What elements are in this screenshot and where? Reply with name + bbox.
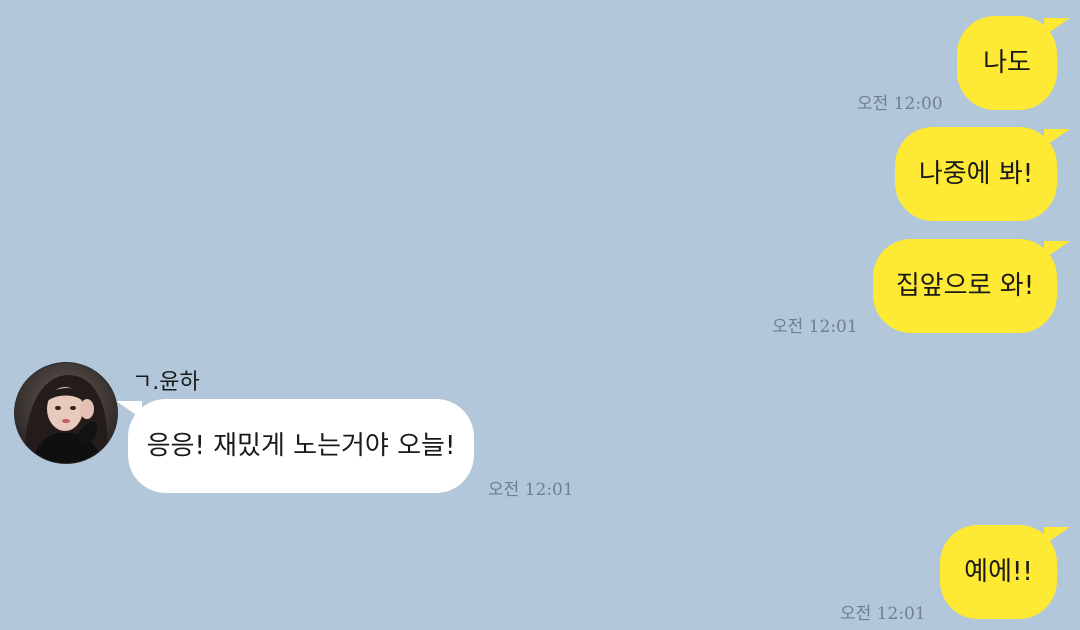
message-time: 오전 12:01 bbox=[488, 480, 574, 500]
bubble-tail bbox=[1044, 129, 1070, 147]
message-time: 오전 12:01 bbox=[840, 604, 926, 624]
sender-name: ㄱ.윤하 bbox=[132, 370, 200, 395]
message-time: 오전 12:00 bbox=[857, 94, 943, 114]
message-text: 응응! 재밌게 노는거야 오늘! bbox=[146, 431, 456, 461]
profile-photo-icon bbox=[15, 363, 117, 463]
message-bubble-sent[interactable]: 나도 bbox=[957, 16, 1057, 110]
message-text: 집앞으로 와! bbox=[895, 271, 1035, 301]
message-text: 예에!! bbox=[964, 557, 1033, 587]
message-text: 나중에 봐! bbox=[918, 159, 1034, 189]
message-bubble-sent[interactable]: 집앞으로 와! bbox=[873, 239, 1057, 333]
avatar[interactable] bbox=[14, 362, 118, 464]
message-text: 나도 bbox=[983, 48, 1031, 78]
message-bubble-sent[interactable]: 예에!! bbox=[940, 525, 1057, 619]
message-bubble-sent[interactable]: 나중에 봐! bbox=[895, 127, 1057, 221]
message-bubble-received[interactable]: 응응! 재밌게 노는거야 오늘! bbox=[128, 399, 474, 493]
bubble-tail bbox=[116, 401, 142, 419]
bubble-tail bbox=[1044, 241, 1070, 259]
message-time: 오전 12:01 bbox=[772, 317, 858, 337]
bubble-tail bbox=[1044, 18, 1070, 36]
bubble-tail bbox=[1044, 527, 1070, 545]
